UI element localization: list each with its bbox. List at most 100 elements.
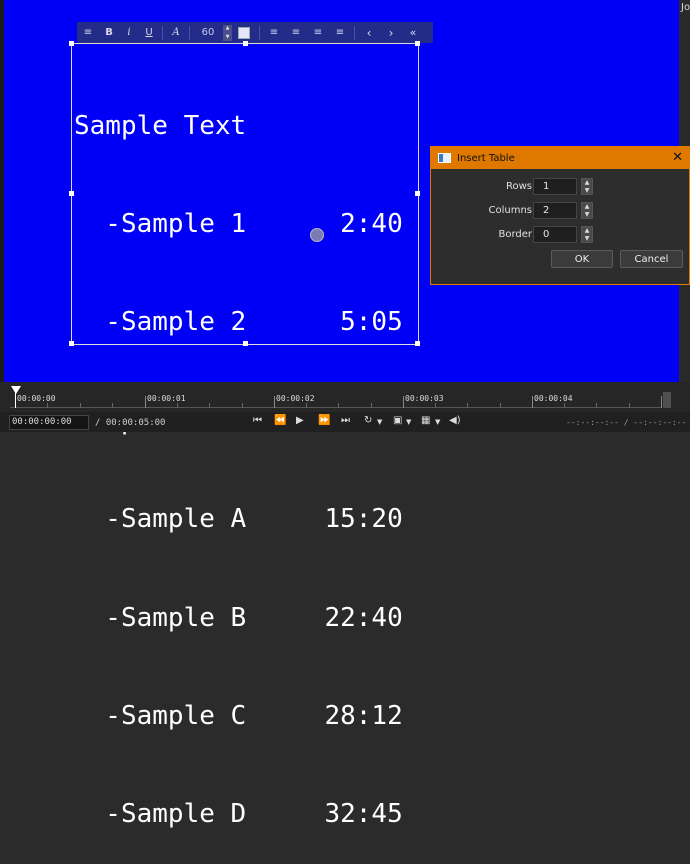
align-right-icon[interactable]: ≡ bbox=[307, 22, 329, 43]
loop-icon[interactable]: ↻ bbox=[364, 415, 372, 426]
duration-value: 00:00:05:00 bbox=[105, 418, 166, 428]
text-line: Sample Text bbox=[74, 110, 247, 141]
cancel-button[interactable]: Cancel bbox=[620, 250, 683, 268]
chevron-down-icon[interactable]: ▼ bbox=[377, 418, 382, 426]
chevron-down-icon[interactable]: ▼ bbox=[585, 235, 590, 242]
close-icon[interactable]: ✕ bbox=[672, 150, 683, 165]
chevron-up-icon[interactable]: ▲ bbox=[585, 179, 590, 186]
right-panel-label: Jo bbox=[681, 2, 690, 13]
next-icon[interactable]: › bbox=[380, 22, 402, 43]
transport-bar: 00:00:00:00 / 00:00:05:00 ⏮ ⏪ ▶ ⏩ ⏭ ↻ ▼ … bbox=[0, 412, 690, 432]
chevron-up-icon[interactable]: ▲ bbox=[585, 203, 590, 210]
timeline-ruler[interactable]: 00:00:00 00:00:01 00:00:02 00:00:03 00:0… bbox=[0, 382, 690, 412]
text-line: -Sample B 22:40 bbox=[74, 602, 403, 633]
window-icon bbox=[438, 153, 451, 163]
prev-icon[interactable]: ‹ bbox=[358, 22, 380, 43]
ruler-tick bbox=[564, 403, 565, 408]
volume-icon[interactable]: ◀) bbox=[449, 415, 461, 426]
ruler-tick bbox=[209, 403, 210, 408]
align-justify-icon[interactable]: ≡ bbox=[329, 22, 351, 43]
ruler-tick bbox=[112, 403, 113, 408]
font-button[interactable]: A bbox=[166, 22, 186, 43]
columns-stepper[interactable]: ▲ ▼ bbox=[581, 202, 593, 219]
resize-handle[interactable] bbox=[415, 41, 420, 46]
ruler-tick-label: 00:00:04 bbox=[534, 394, 573, 403]
skip-to-end-icon[interactable]: ⏭ bbox=[341, 415, 350, 426]
ok-button[interactable]: OK bbox=[551, 250, 613, 268]
ruler-scroll-handle[interactable] bbox=[663, 392, 671, 408]
play-icon[interactable]: ▶ bbox=[296, 415, 304, 426]
mouse-cursor-icon bbox=[310, 228, 324, 242]
text-line: -Sample D 32:45 bbox=[74, 799, 403, 830]
dialog-title-bar[interactable]: Insert Table ✕ bbox=[431, 147, 689, 169]
skip-to-start-icon[interactable]: ⏮ bbox=[253, 415, 262, 426]
chevron-up-icon[interactable]: ▲ bbox=[226, 25, 230, 32]
playhead-icon[interactable] bbox=[11, 386, 21, 394]
menu-icon[interactable]: ≡ bbox=[77, 22, 99, 43]
ruler-tick bbox=[403, 396, 404, 408]
text-line: -Sample 2 5:05 bbox=[74, 307, 403, 338]
ruler-tick bbox=[80, 403, 81, 408]
text-color-swatch[interactable] bbox=[238, 26, 250, 39]
rows-input[interactable]: 1 bbox=[533, 178, 577, 195]
underline-button[interactable]: U bbox=[139, 22, 159, 43]
crop-icon[interactable]: ▣ bbox=[393, 415, 402, 426]
border-stepper[interactable]: ▲ ▼ bbox=[581, 226, 593, 243]
chevron-down-icon[interactable]: ▼ bbox=[226, 34, 230, 41]
toolbar-divider bbox=[162, 25, 163, 40]
text-line: -Sample 1 2:40 bbox=[74, 208, 403, 239]
grid-icon[interactable]: ▦ bbox=[421, 415, 430, 426]
toolbar-divider bbox=[259, 25, 260, 40]
ruler-tick-label: 00:00:02 bbox=[276, 394, 315, 403]
ruler-tick bbox=[596, 403, 597, 408]
ruler-tick bbox=[371, 403, 372, 408]
chevron-down-icon[interactable]: ▼ bbox=[585, 211, 590, 218]
ruler-tick bbox=[145, 396, 146, 408]
font-size-stepper[interactable]: ▲ ▼ bbox=[223, 24, 232, 41]
rows-stepper[interactable]: ▲ ▼ bbox=[581, 178, 593, 195]
chevron-up-icon[interactable]: ▲ bbox=[585, 227, 590, 234]
chevron-down-icon[interactable]: ▼ bbox=[406, 418, 411, 426]
italic-button[interactable]: i bbox=[119, 22, 139, 43]
ruler-tick bbox=[467, 403, 468, 408]
chevron-down-icon[interactable]: ▼ bbox=[585, 187, 590, 194]
rows-label: Rows bbox=[505, 181, 532, 192]
resize-handle[interactable] bbox=[415, 341, 420, 346]
toolbar-divider bbox=[189, 25, 190, 40]
insert-table-dialog: Insert Table ✕ Rows 1 ▲ ▼ Columns 2 ▲ ▼ Bo… bbox=[430, 146, 690, 285]
text-content[interactable]: Sample Text -Sample 1 2:40 -Sample 2 5:0… bbox=[74, 44, 403, 864]
ruler-tick bbox=[661, 396, 662, 408]
rewind-icon[interactable]: ⏪ bbox=[274, 415, 286, 426]
resize-handle[interactable] bbox=[415, 191, 420, 196]
collapse-icon[interactable]: « bbox=[402, 22, 424, 43]
ruler-tick bbox=[338, 403, 339, 408]
border-input[interactable]: 0 bbox=[533, 226, 577, 243]
align-left-icon[interactable]: ≡ bbox=[263, 22, 285, 43]
text-line: -Sample C 28:12 bbox=[74, 700, 403, 731]
timecode-input[interactable]: 00:00:00:00 bbox=[9, 415, 89, 430]
ruler-tick-label: 00:00:01 bbox=[147, 394, 186, 403]
align-center-icon[interactable]: ≡ bbox=[285, 22, 307, 43]
ruler-tick bbox=[435, 403, 436, 408]
dialog-title: Insert Table bbox=[457, 152, 515, 164]
text-format-toolbar: ≡ B i U A 60 ▲ ▼ ≡ ≡ ≡ ≡ ‹ › « bbox=[77, 22, 433, 43]
ruler-tick bbox=[629, 403, 630, 408]
bold-button[interactable]: B bbox=[99, 22, 119, 43]
font-size-input[interactable]: 60 bbox=[193, 27, 223, 38]
ruler-tick bbox=[274, 396, 275, 408]
chevron-down-icon[interactable]: ▼ bbox=[435, 418, 440, 426]
border-label: Border bbox=[498, 229, 532, 240]
ruler-tick bbox=[177, 403, 178, 408]
text-line: -Sample A 15:20 bbox=[74, 504, 403, 535]
ruler-tick bbox=[306, 403, 307, 408]
columns-input[interactable]: 2 bbox=[533, 202, 577, 219]
fast-forward-icon[interactable]: ⏩ bbox=[318, 415, 330, 426]
left-panel-edge bbox=[0, 0, 4, 382]
in-out-range: --:--:--:-- / --:--:--:-- bbox=[566, 418, 687, 427]
duration-display: / 00:00:05:00 bbox=[95, 418, 165, 428]
rows-row: Rows 1 ▲ ▼ bbox=[431, 178, 689, 196]
playhead-line[interactable] bbox=[15, 390, 16, 408]
columns-row: Columns 2 ▲ ▼ bbox=[431, 202, 689, 220]
text-overlay-box[interactable]: Sample Text -Sample 1 2:40 -Sample 2 5:0… bbox=[69, 41, 420, 829]
toolbar-divider bbox=[354, 25, 355, 40]
